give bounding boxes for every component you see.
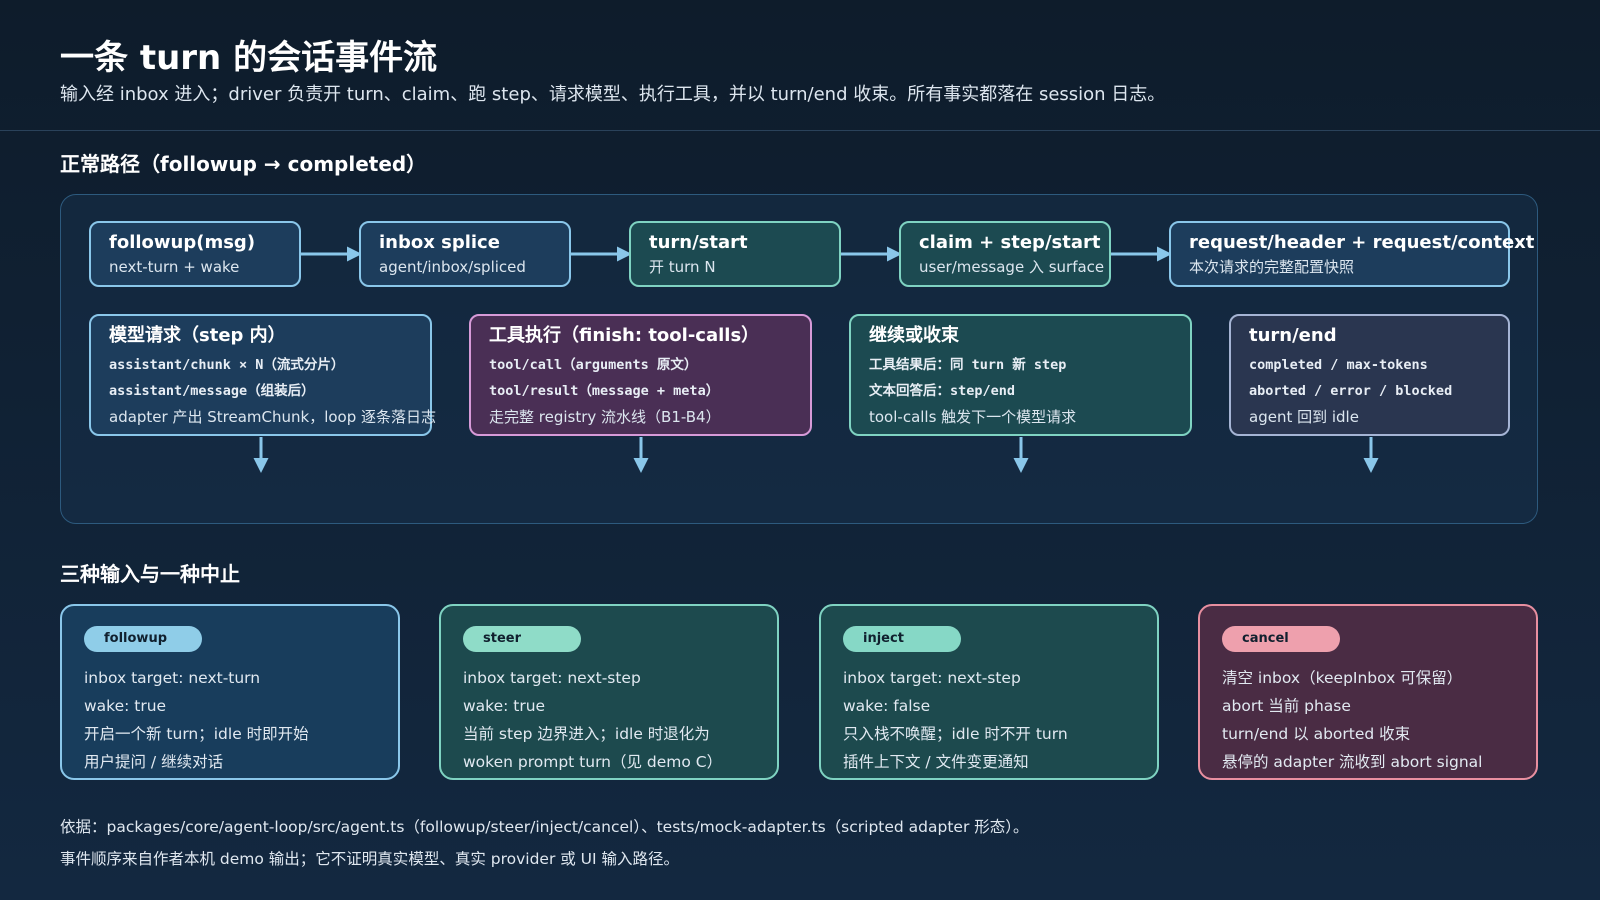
node-turn-end: turn/end completed / max-tokens aborted … (1229, 314, 1510, 436)
node-line: aborted / error / blocked (1249, 383, 1453, 399)
card-line: 开启一个新 turn；idle 时即开始 (84, 725, 309, 743)
node-followup: followup(msg) next-turn + wake (89, 221, 301, 287)
node-line: 文本回答后：step/end (869, 383, 1016, 399)
node-title: 工具执行（finish: tool-calls） (489, 325, 760, 346)
inputs-section-title: 三种输入与一种中止 (60, 562, 240, 586)
node-sub: user/message 入 surface (919, 258, 1105, 276)
card-line: wake: true (84, 697, 167, 715)
node-line: 走完整 registry 流水线（B1-B4） (489, 408, 721, 426)
node-line: adapter 产出 StreamChunk，loop 逐条落日志 (109, 408, 437, 426)
pill-inject: inject (843, 626, 961, 652)
footer-note: 事件顺序来自作者本机 demo 输出；它不证明真实模型、真实 provider … (60, 850, 680, 868)
node-title: followup(msg) (109, 232, 256, 253)
node-title: request/header + request/context (1189, 232, 1535, 253)
node-model-request: 模型请求（step 内） assistant/chunk × N（流式分片） a… (89, 314, 437, 436)
card-line: wake: true (463, 697, 546, 715)
card-cancel: cancel 清空 inbox（keepInbox 可保留） abort 当前 … (1198, 604, 1538, 780)
node-sub: 开 turn N (649, 258, 716, 276)
card-line: 当前 step 边界进入；idle 时退化为 (463, 725, 710, 743)
card-line: turn/end 以 aborted 收束 (1222, 725, 1411, 743)
node-tool-execution: 工具执行（finish: tool-calls） tool/call（argum… (469, 314, 812, 436)
node-title: claim + step/start (919, 232, 1101, 253)
card-line: 只入栈不唤醒；idle 时不开 turn (843, 725, 1068, 743)
card-followup: followup inbox target: next-turn wake: t… (60, 604, 400, 780)
card-line: inbox target: next-turn (84, 669, 261, 687)
node-line: 工具结果后：同 turn 新 step (869, 357, 1067, 373)
pill-cancel: cancel (1222, 626, 1340, 652)
node-line: tool/call（arguments 原文） (489, 357, 698, 373)
card-line: 清空 inbox（keepInbox 可保留） (1222, 669, 1463, 687)
footer-source: 依据：packages/core/agent-loop/src/agent.ts… (60, 818, 1029, 836)
card-line: 插件上下文 / 文件变更通知 (843, 753, 1029, 771)
card-line: wake: false (843, 697, 931, 715)
card-line: inbox target: next-step (463, 669, 641, 687)
node-title: 模型请求（step 内） (109, 325, 286, 346)
card-inject: inject inbox target: next-step wake: fal… (819, 604, 1159, 780)
node-claim-step-start: claim + step/start user/message 入 surfac… (899, 221, 1111, 287)
card-line: 悬停的 adapter 流收到 abort signal (1222, 753, 1483, 771)
node-title: 继续或收束 (869, 325, 959, 346)
card-line: woken prompt turn（见 demo C） (463, 753, 723, 771)
node-line: agent 回到 idle (1249, 408, 1359, 426)
node-continue-or-finish: 继续或收束 工具结果后：同 turn 新 step 文本回答后：step/end… (849, 314, 1192, 436)
pill-steer: steer (463, 626, 581, 652)
card-steer: steer inbox target: next-step wake: true… (439, 604, 779, 780)
node-line: tool/result（message + meta） (489, 383, 720, 399)
node-inbox-splice: inbox splice agent/inbox/spliced (359, 221, 571, 287)
node-line: tool-calls 触发下一个模型请求 (869, 408, 1077, 426)
node-turn-start: turn/start 开 turn N (629, 221, 841, 287)
node-title: turn/end (1249, 325, 1337, 346)
pill-followup: followup (84, 626, 202, 652)
card-line: inbox target: next-step (843, 669, 1021, 687)
node-title: turn/start (649, 232, 748, 253)
node-line: completed / max-tokens (1249, 357, 1428, 373)
card-line: abort 当前 phase (1222, 697, 1351, 715)
node-line: assistant/message（组装后） (109, 383, 315, 399)
node-request-header-context: request/header + request/context 本次请求的完整… (1169, 221, 1535, 287)
node-sub: 本次请求的完整配置快照 (1189, 258, 1355, 276)
node-sub: agent/inbox/spliced (379, 258, 526, 276)
card-line: 用户提问 / 继续对话 (84, 753, 224, 771)
node-line: assistant/chunk × N（流式分片） (109, 357, 345, 373)
node-title: inbox splice (379, 232, 500, 253)
node-sub: next-turn + wake (109, 258, 240, 276)
